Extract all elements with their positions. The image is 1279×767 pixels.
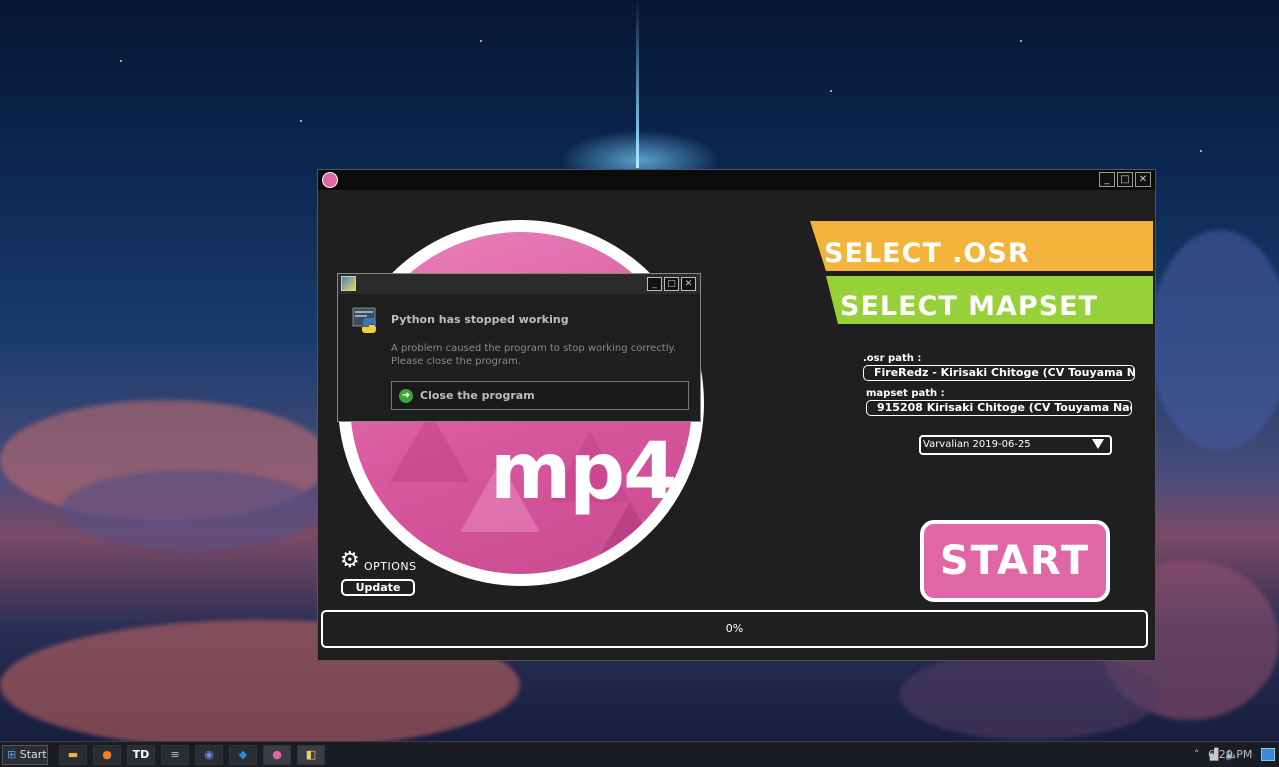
start-button[interactable]: START (920, 520, 1110, 602)
minimize-button[interactable]: _ (1099, 172, 1115, 187)
show-desktop-icon[interactable] (1261, 748, 1275, 761)
skin-selected: Varvalian 2019-06-25 (923, 439, 1031, 450)
arrow-right-icon: ➜ (399, 389, 413, 403)
cloud (60, 470, 320, 550)
taskbar: ⊞ Start ▬ ● TD ≡ ◉ ◆ ● ◧ ˄ ▟ 🔈 6:20 PM (0, 741, 1279, 767)
maximize-button[interactable]: □ (1117, 172, 1133, 187)
select-osr-label: SELECT .OSR (824, 238, 1030, 269)
star (480, 40, 482, 42)
star (830, 90, 832, 92)
star (300, 120, 302, 122)
main-titlebar: _ □ ✕ (318, 170, 1155, 190)
close-program-button[interactable]: ➜ Close the program (391, 381, 689, 410)
cloud (1150, 230, 1279, 450)
gear-icon[interactable]: ⚙ (340, 550, 362, 572)
progress-text: 0% (725, 622, 744, 635)
osr-path-field[interactable]: FireRedz - Kirisaki Chitoge (CV Touyama … (863, 365, 1135, 381)
progress-bar: 0% (321, 610, 1148, 648)
update-button[interactable]: Update (341, 579, 415, 596)
database-icon[interactable]: ≡ (161, 745, 189, 765)
mapset-path-label: mapset path : (866, 388, 945, 399)
windows-icon: ⊞ (7, 748, 17, 761)
logo-text: mp4 (490, 427, 677, 517)
close-button[interactable]: ✕ (1135, 172, 1151, 187)
error-titlebar: _ □ ✕ (338, 274, 700, 294)
folder-icon[interactable]: ▬ (59, 745, 87, 765)
chevron-up-icon[interactable]: ˄ (1194, 748, 1200, 761)
error-close-button[interactable]: ✕ (681, 277, 696, 291)
error-dialog: _ □ ✕ Python has stopped working A probl… (337, 273, 701, 422)
error-heading: Python has stopped working (391, 313, 569, 326)
vscode-icon[interactable]: ◆ (229, 745, 257, 765)
select-mapset-label: SELECT MAPSET (840, 291, 1099, 322)
error-message: A problem caused the program to stop wor… (391, 343, 677, 367)
osr2mp4-icon[interactable]: ● (263, 745, 291, 765)
mapset-path-field[interactable]: 915208 Kirisaki Chitoge (CV Touyama Nao)… (866, 400, 1132, 416)
td-icon[interactable]: TD (127, 745, 155, 765)
python-taskbar-icon[interactable]: ◧ (297, 745, 325, 765)
error-maximize-button[interactable]: □ (664, 277, 679, 291)
close-program-label: Close the program (420, 389, 535, 402)
skin-dropdown[interactable]: Varvalian 2019-06-25 (919, 435, 1112, 455)
start-label: Start (19, 748, 47, 761)
app-icon (322, 172, 338, 188)
dropdown-arrow-icon (1092, 439, 1104, 449)
cloud (900, 650, 1160, 740)
python-logo-icon (352, 307, 376, 333)
clock[interactable]: 6:20 PM (1208, 748, 1252, 761)
python-icon (341, 276, 356, 291)
options-label[interactable]: OPTIONS (364, 560, 417, 573)
select-mapset-button[interactable]: SELECT MAPSET (826, 276, 1153, 324)
select-osr-button[interactable]: SELECT .OSR (810, 221, 1153, 271)
error-minimize-button[interactable]: _ (647, 277, 662, 291)
star (120, 60, 122, 62)
light-beam (636, 0, 639, 168)
firefox-icon[interactable]: ● (93, 745, 121, 765)
star (1020, 40, 1022, 42)
star (1200, 150, 1202, 152)
osr-path-label: .osr path : (863, 353, 922, 364)
start-menu-button[interactable]: ⊞ Start (2, 745, 48, 765)
discord-icon[interactable]: ◉ (195, 745, 223, 765)
